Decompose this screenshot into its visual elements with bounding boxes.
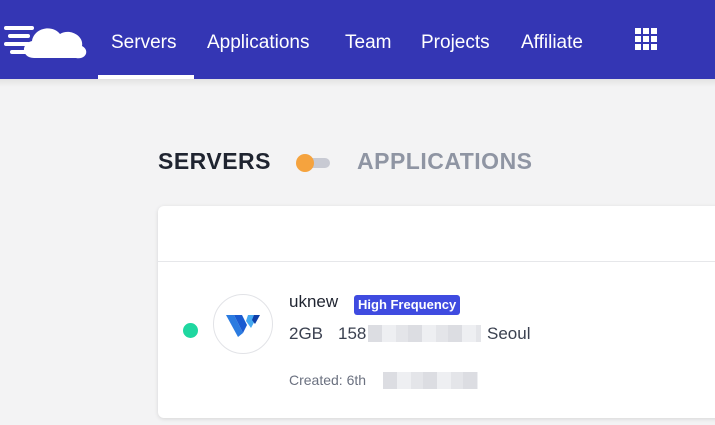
nav-team[interactable]: Team <box>345 30 391 56</box>
topbar-shadow <box>0 79 715 87</box>
cloud-speed-logo-icon[interactable] <box>4 18 88 62</box>
nav-projects[interactable]: Projects <box>421 30 490 56</box>
toggle-knob <box>296 154 314 172</box>
status-running-indicator <box>183 323 198 338</box>
nav-servers[interactable]: Servers <box>111 30 176 56</box>
switch-label-servers[interactable]: SERVERS <box>158 148 271 175</box>
redacted-ip <box>368 325 481 342</box>
created-label: Created: 6th <box>289 372 367 388</box>
high-frequency-badge: High Frequency <box>354 295 461 315</box>
server-name[interactable]: uknew <box>289 292 338 312</box>
top-navigation-bar: Servers Applications Team Projects Affil… <box>0 0 715 79</box>
server-list-card: uknew High Frequency 2GB 158 Seoul Creat… <box>158 206 715 418</box>
server-ip-prefix: 158 <box>338 324 367 343</box>
grid-icon[interactable] <box>635 28 657 50</box>
server-size: 2GB <box>289 324 324 343</box>
server-location: Seoul <box>487 324 531 343</box>
view-toggle[interactable] <box>296 154 332 172</box>
vultr-logo-icon <box>213 294 273 354</box>
redacted-date <box>383 372 478 389</box>
nav-affiliate[interactable]: Affiliate <box>521 30 583 56</box>
nav-applications[interactable]: Applications <box>207 30 309 56</box>
server-row[interactable]: uknew High Frequency 2GB 158 Seoul Creat… <box>158 262 715 418</box>
switch-label-applications[interactable]: APPLICATIONS <box>357 148 533 175</box>
